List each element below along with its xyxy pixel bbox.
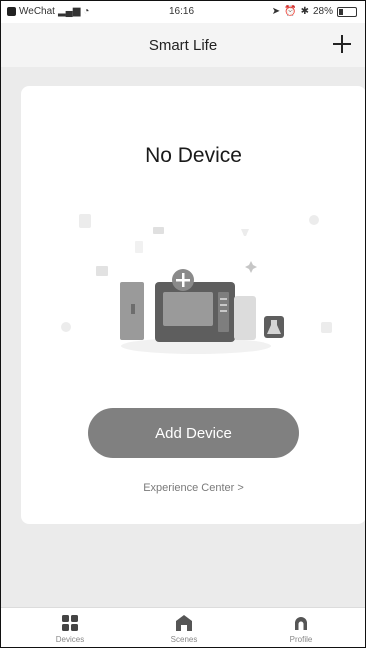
- faint-square-decoration: [79, 214, 91, 228]
- faint-circle-decoration-2: [61, 322, 71, 332]
- sparkle-decoration: [245, 261, 257, 273]
- tab-label-scenes: Scenes: [170, 635, 198, 644]
- battery-icon: [337, 6, 357, 17]
- status-bar: WeChat ▂▄▆ ◔ 16:16 ➤ ⏰ ✱ 28%: [1, 1, 365, 23]
- faint-lamp-decoration: [241, 229, 249, 236]
- experience-center-link[interactable]: Experience Center >: [21, 482, 365, 494]
- signal-icon: ▂▄▆: [57, 6, 81, 17]
- faint-bar-decoration-2: [135, 241, 143, 253]
- status-time: 16:16: [169, 6, 195, 17]
- wechat-app-icon: [7, 7, 16, 16]
- plus-icon[interactable]: [329, 31, 355, 57]
- add-device-button[interactable]: Add Device: [88, 408, 299, 458]
- carrier-label: WeChat: [19, 6, 55, 17]
- battery-percent: 28%: [312, 6, 333, 17]
- alarm-icon: ⏰: [284, 6, 297, 17]
- devices-grid-icon: [62, 615, 78, 631]
- tab-label-profile: Profile: [289, 635, 313, 644]
- faint-bar-decoration: [153, 227, 164, 234]
- tab-devices[interactable]: Devices: [30, 608, 110, 647]
- status-right: ➤ ⏰ ✱ 28%: [272, 6, 357, 17]
- plus-badge-horizontal: [176, 279, 190, 282]
- microwave-window: [163, 292, 213, 326]
- navigation-bar: Smart Life: [1, 23, 365, 67]
- profile-icon: [295, 617, 307, 630]
- faint-square-decoration-2: [96, 266, 108, 276]
- side-panel-device: [234, 296, 256, 340]
- tab-label-devices: Devices: [55, 635, 85, 644]
- panel-line-3: [220, 310, 227, 312]
- faint-square-decoration-3: [321, 322, 332, 333]
- panel-line-1: [220, 298, 227, 300]
- battery-fill: [339, 8, 343, 15]
- bottom-tab-bar: Devices Scenes Profile: [1, 607, 365, 647]
- tab-scenes[interactable]: Scenes: [144, 608, 224, 647]
- wifi-icon: ◔: [83, 6, 90, 17]
- door-handle: [131, 304, 135, 314]
- page-title: Smart Life: [148, 37, 218, 54]
- no-device-title: No Device: [145, 144, 242, 167]
- status-left: WeChat ▂▄▆ ◔: [7, 6, 89, 17]
- faint-circle-decoration: [309, 215, 319, 225]
- bluetooth-icon: ✱: [300, 6, 309, 17]
- app-screen: WeChat ▂▄▆ ◔ 16:16 ➤ ⏰ ✱ 28% Smart Life …: [0, 0, 366, 648]
- panel-line-2: [220, 304, 227, 306]
- empty-devices-illustration: [61, 214, 332, 354]
- location-icon: ➤: [271, 6, 281, 17]
- tab-profile[interactable]: Profile: [261, 608, 341, 647]
- home-icon: [176, 615, 192, 631]
- empty-state-card: No Device Add Device Experience Center >: [21, 86, 365, 524]
